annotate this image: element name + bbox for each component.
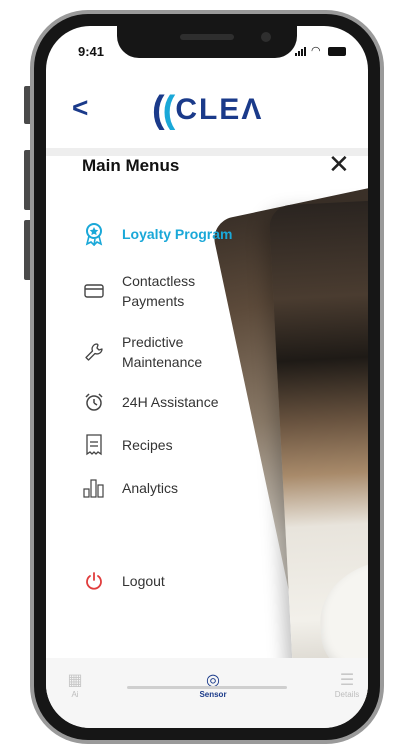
menu-item-24h-assistance[interactable]: 24H Assistance [82,390,219,414]
tab-label: Details [334,690,360,699]
bottom-tab-bar: ▦ Ai ◎ Sensor ☰ Details [46,658,368,728]
menu-item-label: 24H Assistance [122,394,219,410]
menu-item-label: Predictive Maintenance [122,334,203,370]
phone-bezel: 9:41 ◠ < (( CLEΛ Main Menus ✕ Loyalty Pr… [34,14,380,740]
header-divider [46,148,368,156]
app-screen: 9:41 ◠ < (( CLEΛ Main Menus ✕ Loyalty Pr… [46,26,368,728]
status-time: 9:41 [78,44,105,59]
app-header: < (( CLEΛ [46,78,368,142]
ai-icon: ▦ [67,670,83,689]
camera [261,32,271,42]
tab-details[interactable]: ☰ Details [322,670,368,699]
status-bar: 9:41 ◠ [46,26,368,70]
menu-item-recipes[interactable]: Recipes [82,433,173,457]
status-icons: ◠ [295,44,346,57]
menu-item-label: Contactless Payments [122,273,196,309]
tab-label: Sensor [199,690,227,699]
speaker [180,34,234,40]
wrench-icon [82,340,106,364]
menu-item-label: Recipes [122,437,173,453]
menu-item-loyalty-program[interactable]: Loyalty Program [82,222,232,246]
menu-item-contactless-payments[interactable]: Contactless Payments [82,271,195,311]
details-icon: ☰ [339,670,355,689]
notch [117,26,297,58]
logout-button[interactable]: Logout [82,569,165,593]
bar-chart-icon [82,476,106,500]
signal-icon [295,46,306,56]
home-indicator [127,686,287,689]
logo-mark-icon: (( [152,89,175,131]
logo-text: CLEΛ [175,93,264,126]
battery-icon [328,47,346,56]
coffee-photo-front [268,196,368,726]
power-icon [82,569,106,593]
menu-item-predictive-maintenance[interactable]: Predictive Maintenance [82,332,202,372]
tab-ai[interactable]: ▦ Ai [50,670,100,699]
tab-sensor[interactable]: ◎ Sensor [188,670,238,699]
loyalty-badge-icon [82,222,106,246]
menu-item-label: Loyalty Program [122,226,233,242]
wifi-icon: ◠ [311,44,321,57]
phone-frame: 9:41 ◠ < (( CLEΛ Main Menus ✕ Loyalty Pr… [30,10,384,744]
close-button[interactable]: ✕ [328,152,350,178]
tab-label: Ai [71,690,79,699]
back-button[interactable]: < [72,92,88,124]
receipt-icon [82,433,106,457]
clea-logo: (( CLEΛ [152,90,263,130]
menu-title: Main Menus [82,156,180,175]
menu-item-analytics[interactable]: Analytics [82,476,178,500]
card-icon [82,279,106,303]
logout-label: Logout [122,573,165,589]
clock-icon [82,390,106,414]
menu-item-label: Analytics [122,480,179,496]
